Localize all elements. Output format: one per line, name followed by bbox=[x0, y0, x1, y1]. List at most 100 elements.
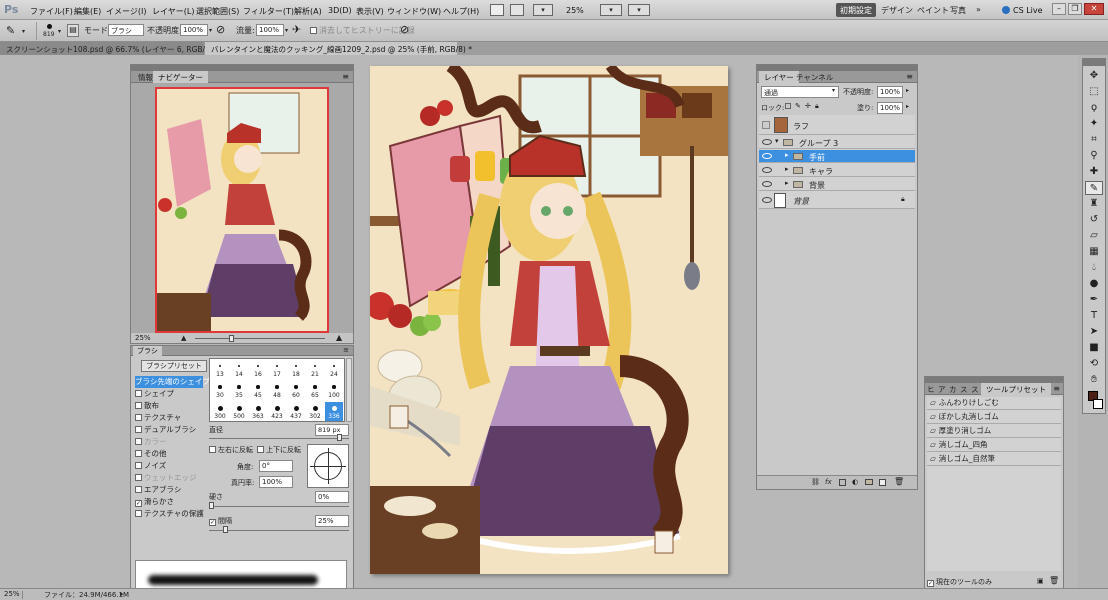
brush-option-checkbox[interactable] bbox=[135, 510, 142, 517]
3d-rotate-tool-icon[interactable]: ⟲ bbox=[1085, 357, 1103, 371]
layer-opacity-input[interactable]: 100% bbox=[877, 86, 903, 98]
hardness-slider-handle[interactable] bbox=[209, 502, 214, 509]
flip-y-checkbox[interactable] bbox=[257, 446, 264, 453]
gradient-tool-icon[interactable]: ▦ bbox=[1085, 245, 1103, 259]
mode-select[interactable]: ブラシ bbox=[108, 24, 144, 36]
layer-row-bg-group[interactable]: ▸ 背景 bbox=[759, 178, 915, 191]
brush-grid-scrollbar[interactable] bbox=[346, 358, 352, 422]
flip-x-checkbox[interactable] bbox=[209, 446, 216, 453]
blur-tool-icon[interactable]: 💧︎ bbox=[1085, 261, 1103, 275]
workspace-more-icon[interactable]: » bbox=[972, 3, 985, 17]
menu-filter[interactable]: フィルター(T) bbox=[243, 6, 294, 17]
layer-row-chara[interactable]: ▸ キャラ bbox=[759, 164, 915, 177]
close-window-button[interactable]: ✕ bbox=[1084, 3, 1104, 15]
layer-row-rough[interactable]: ラフ bbox=[759, 115, 915, 135]
navigator-zoom-value[interactable]: 25% bbox=[135, 334, 151, 342]
tab-valentine-doc[interactable]: バレンタインと魔法のクッキング_線画1209_2.psd @ 25% (手前, … bbox=[205, 42, 472, 55]
tab-navigator[interactable]: ナビゲーター bbox=[153, 71, 208, 83]
tab-styles[interactable]: ス bbox=[969, 383, 981, 395]
tool-preset-item[interactable]: ▱ 消しゴム_自然筆 bbox=[927, 453, 1061, 466]
delete-layer-icon[interactable]: 🗑︎ bbox=[894, 477, 904, 486]
hand-tool-icon[interactable]: ✋︎ bbox=[1085, 373, 1103, 387]
tab-color[interactable]: カ bbox=[947, 383, 959, 395]
workspace-photography[interactable]: 写真 bbox=[946, 3, 970, 17]
menu-help[interactable]: ヘルプ(H) bbox=[443, 6, 479, 17]
zoom-slider[interactable] bbox=[195, 338, 325, 339]
brush-option-other[interactable]: その他 bbox=[135, 448, 203, 460]
layer-row-group3[interactable]: ▾ グループ 3 bbox=[759, 136, 915, 149]
menu-select[interactable]: 選択範囲(S) bbox=[196, 6, 239, 17]
opacity-input[interactable]: 100% bbox=[180, 24, 208, 36]
menu-image[interactable]: イメージ(I) bbox=[106, 6, 146, 17]
tab-tool-presets[interactable]: ツールプリセット bbox=[981, 383, 1051, 395]
visibility-eye-icon[interactable] bbox=[762, 181, 772, 187]
brush-tip-cell[interactable]: 24 bbox=[325, 360, 343, 380]
brush-option-checkbox[interactable] bbox=[135, 462, 142, 469]
brush-tip-cell[interactable]: 18 bbox=[287, 360, 305, 380]
brush-tip-cell[interactable]: 300 bbox=[211, 402, 229, 421]
fill-input[interactable]: 100% bbox=[877, 102, 903, 114]
zoom-level[interactable]: 25% bbox=[566, 6, 584, 15]
tab-actions[interactable]: ア bbox=[936, 383, 948, 395]
blend-mode-dropdown-icon[interactable]: ▾ bbox=[832, 87, 835, 94]
brush-option-protect-texture[interactable]: テクスチャの保護 bbox=[135, 508, 204, 520]
tab-swatches[interactable]: ス bbox=[958, 383, 970, 395]
pen-tool-icon[interactable]: ✒ bbox=[1085, 293, 1103, 307]
pressure-opacity-icon[interactable]: ⊘ bbox=[216, 23, 225, 36]
flip-y-option[interactable]: 上下に反転 bbox=[257, 445, 301, 455]
expand-triangle-icon[interactable]: ▸ bbox=[785, 151, 789, 159]
brush-option-wet-edges[interactable]: ウェットエッジ bbox=[135, 472, 203, 484]
dodge-tool-icon[interactable]: ● bbox=[1085, 277, 1103, 291]
brush-option-checkbox[interactable] bbox=[135, 438, 142, 445]
lock-image-icon[interactable]: ✎ bbox=[795, 102, 801, 110]
brush-option-tip-shape[interactable]: ブラシ先端のシェイプ bbox=[135, 376, 210, 388]
background-color-swatch[interactable] bbox=[1093, 399, 1103, 409]
brush-tip-cell[interactable]: 60 bbox=[287, 381, 305, 401]
brush-option-dual[interactable]: デュアルブラシ bbox=[135, 424, 203, 436]
fill-dropdown-icon[interactable]: ▸ bbox=[906, 103, 909, 110]
brush-tip-cell[interactable]: 30 bbox=[211, 381, 229, 401]
tab-channels[interactable]: チャンネル bbox=[791, 71, 838, 83]
tab-brush[interactable]: ブラシ bbox=[133, 346, 162, 356]
visibility-eye-icon[interactable] bbox=[762, 197, 772, 203]
lock-transparent-icon[interactable] bbox=[785, 103, 791, 109]
brush-option-checkbox[interactable] bbox=[135, 486, 142, 493]
brush-tip-icon[interactable] bbox=[47, 24, 52, 29]
brush-tip-cell[interactable]: 437 bbox=[287, 402, 305, 421]
type-tool-icon[interactable]: T bbox=[1085, 309, 1103, 323]
document-canvas[interactable] bbox=[370, 66, 728, 574]
screen-mode-icon[interactable]: ▾ bbox=[628, 4, 650, 16]
brush-tip-cell[interactable]: 21 bbox=[306, 360, 324, 380]
flip-x-option[interactable]: 左右に反転 bbox=[209, 445, 253, 455]
lock-all-icon[interactable]: 🔒︎ bbox=[815, 102, 819, 111]
pressure-size-icon[interactable]: ⊘ bbox=[400, 23, 409, 36]
menu-edit[interactable]: 編集(E) bbox=[74, 6, 101, 17]
brush-tip-cell[interactable]: 35 bbox=[230, 381, 248, 401]
brush-panel-toggle-icon[interactable]: ▤ bbox=[67, 24, 79, 37]
brush-tip-cell[interactable]: 45 bbox=[249, 381, 267, 401]
clone-stamp-tool-icon[interactable]: ♜ bbox=[1085, 197, 1103, 211]
brush-tip-cell[interactable]: 65 bbox=[306, 381, 324, 401]
brush-option-checkbox[interactable] bbox=[135, 402, 142, 409]
zoom-in-icon[interactable]: ▲ bbox=[336, 333, 342, 342]
panel-menu-icon[interactable]: ≡ bbox=[1053, 384, 1060, 393]
eyedropper-tool-icon[interactable]: ⚲ bbox=[1085, 149, 1103, 163]
flow-dropdown-icon[interactable]: ▾ bbox=[285, 27, 288, 34]
new-layer-icon[interactable] bbox=[879, 479, 886, 486]
brush-option-shape[interactable]: シェイプ bbox=[135, 388, 203, 400]
menu-analysis[interactable]: 解析(A) bbox=[294, 6, 322, 17]
blend-mode-select[interactable]: 通過 bbox=[761, 86, 839, 98]
brush-option-noise[interactable]: ノイズ bbox=[135, 460, 203, 472]
tab-screenshot-doc[interactable]: スクリーンショット108.psd @ 66.7% (レイヤー 6, RGB/8)… bbox=[0, 42, 221, 55]
visibility-eye-icon[interactable] bbox=[762, 167, 772, 173]
brush-preset-button[interactable]: ブラシプリセット bbox=[141, 360, 207, 372]
layer-style-icon[interactable]: fx bbox=[825, 478, 832, 486]
brush-tip-cell[interactable]: 14 bbox=[230, 360, 248, 380]
brush-tool-icon[interactable]: ✎ bbox=[1085, 181, 1103, 195]
navigator-view-box[interactable] bbox=[155, 87, 329, 333]
spacing-slider[interactable] bbox=[209, 530, 349, 531]
tool-preset-item[interactable]: ▱ ふんわりけしごむ bbox=[927, 397, 1061, 410]
brush-tip-cell[interactable]: 500 bbox=[230, 402, 248, 421]
visibility-eye-icon[interactable] bbox=[762, 139, 772, 145]
brush-option-checkbox[interactable] bbox=[135, 450, 142, 457]
